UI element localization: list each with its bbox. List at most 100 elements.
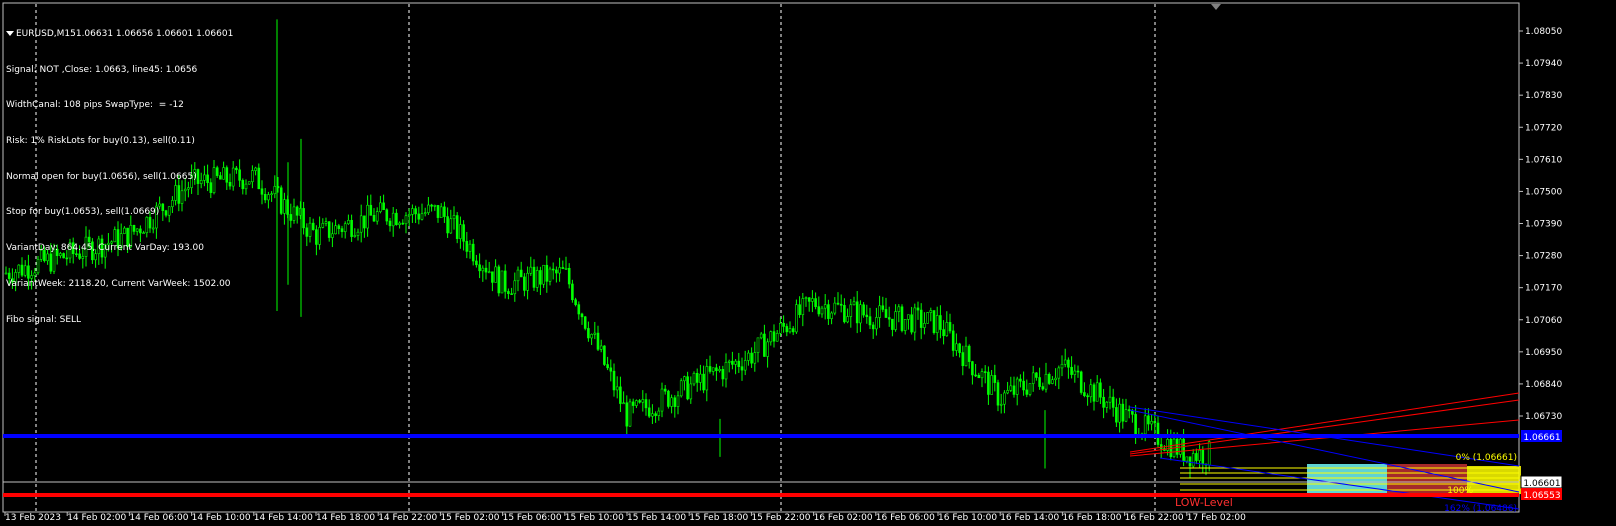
candle-body — [369, 204, 373, 216]
price-tick-label: 1.07170 — [1525, 284, 1562, 294]
candle-body — [452, 215, 456, 220]
candle-body — [708, 366, 712, 372]
candle-body — [916, 307, 920, 311]
dropdown-triangle-icon[interactable] — [6, 30, 14, 36]
candle-body — [692, 373, 696, 385]
candle-body — [791, 328, 795, 333]
candle-body — [695, 373, 699, 383]
candle-body — [769, 331, 773, 343]
candle-body — [391, 212, 395, 227]
candle-body — [1054, 377, 1057, 381]
blue-price-marker-text: 1.06661 — [1523, 433, 1560, 443]
fibo-162-label: 162% (1.06486) — [1444, 504, 1517, 514]
time-tick-label: 14 Feb 10:00 — [192, 513, 251, 522]
price-tick-label: 1.07940 — [1525, 59, 1562, 69]
info-line: Risk: 1% RiskLots for buy(0.13), sell(0.… — [6, 135, 195, 146]
candle-body — [788, 328, 792, 333]
time-tick-label: 15 Feb 10:00 — [565, 513, 624, 522]
candle-body — [455, 215, 459, 239]
candle-body — [1083, 392, 1086, 397]
symbol-label: EURUSD,M15 — [16, 28, 76, 39]
candle-body — [750, 352, 753, 364]
candle-body — [491, 271, 494, 283]
candle-body — [1067, 359, 1070, 368]
candle-body — [827, 304, 830, 319]
candle-body — [631, 401, 635, 406]
time-tick-label: 15 Feb 14:00 — [627, 513, 686, 522]
price-tick-label: 1.07720 — [1525, 123, 1562, 133]
candle-body — [849, 304, 853, 317]
candle-body — [881, 305, 885, 310]
chart-canvas[interactable]: 0% (1.06661) 100% 162% (1.06486) LOW-Lev… — [0, 0, 1616, 523]
candle-body — [427, 204, 430, 213]
candle-body — [545, 264, 549, 282]
candle-body — [871, 324, 875, 330]
candle-body — [1057, 367, 1061, 379]
info-line: Fibo signal: SELL — [6, 314, 82, 325]
candle-body — [401, 222, 405, 225]
price-tick-label: 1.06840 — [1525, 380, 1562, 390]
candle-body — [702, 373, 705, 391]
candle-body — [852, 301, 856, 306]
candle-body — [587, 328, 590, 339]
candle-body — [283, 199, 286, 214]
candle-body — [747, 352, 750, 361]
candle-body — [273, 186, 277, 195]
candle-body — [1198, 449, 1201, 461]
candle-body — [1191, 453, 1195, 467]
candle-body — [382, 202, 385, 211]
candle-body — [651, 413, 654, 417]
candle-body — [711, 367, 715, 372]
candle-body — [782, 322, 785, 327]
candle-body — [1121, 403, 1125, 422]
candle-body — [1063, 359, 1067, 365]
candle-body — [814, 298, 817, 307]
candle-body — [900, 306, 904, 331]
candle-body — [1079, 371, 1083, 393]
candle-body — [1188, 456, 1192, 467]
candle-body — [420, 213, 424, 220]
time-tick-label: 16 Feb 06:00 — [876, 513, 935, 522]
candle-body — [855, 301, 859, 324]
candle-body — [305, 227, 309, 237]
time-tick-label: 16 Feb 18:00 — [1062, 513, 1121, 522]
candle-body — [1019, 378, 1022, 382]
candle-body — [766, 341, 769, 357]
candle-body — [526, 272, 529, 291]
candle-body — [398, 222, 401, 225]
candle-body — [939, 315, 942, 330]
candle-body — [721, 369, 725, 380]
fibo-zero-label: 0% (1.06661) — [1456, 453, 1517, 463]
candle-body — [385, 209, 389, 222]
candle-body — [1134, 414, 1137, 436]
candle-body — [535, 270, 539, 288]
info-line: Stop for buy(1.0653), sell(1.0669) — [6, 207, 160, 218]
candle-body — [251, 170, 254, 183]
candle-body — [532, 266, 536, 288]
candle-body — [689, 383, 693, 400]
candle-body — [958, 343, 961, 353]
candle-body — [407, 214, 411, 217]
price-markers: 1.06661 1.06601 1.06553 — [1520, 430, 1563, 501]
price-chart[interactable]: 0% (1.06661) 100% 162% (1.06486) LOW-Lev… — [0, 0, 1616, 523]
candle-body — [471, 243, 475, 262]
candle-body — [1038, 377, 1041, 387]
candle-body — [318, 227, 321, 245]
candle-body — [267, 194, 270, 201]
candle-body — [1076, 370, 1080, 373]
candle-body — [558, 267, 561, 274]
candle-body — [667, 390, 670, 407]
candle-body — [1127, 409, 1131, 412]
candle-body — [263, 194, 267, 201]
candle-body — [1041, 386, 1045, 390]
candle-body — [302, 208, 305, 229]
time-tick-label: 15 Feb 18:00 — [689, 513, 748, 522]
candle-body — [942, 329, 945, 337]
candle-body — [1131, 410, 1134, 415]
candle-body — [753, 352, 757, 364]
candle-body — [1047, 373, 1051, 384]
candle-body — [475, 260, 478, 266]
price-tick-label: 1.06950 — [1525, 348, 1562, 358]
candle-body — [961, 352, 965, 367]
candle-body — [897, 306, 901, 312]
